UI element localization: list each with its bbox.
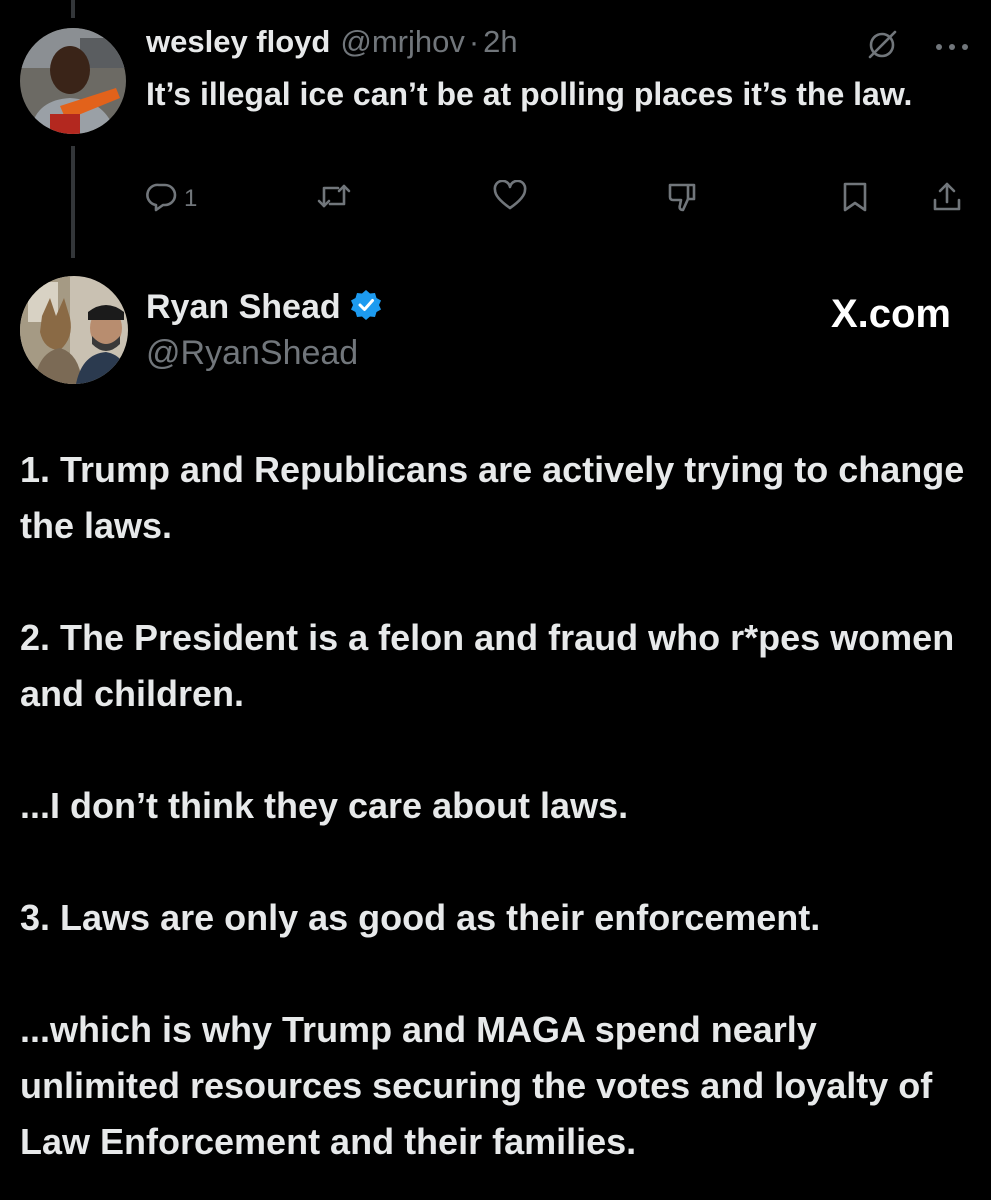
post-header: Ryan Shead (146, 288, 383, 327)
more-icon[interactable] (935, 39, 969, 57)
dislike-button[interactable] (666, 180, 702, 219)
post-avatar[interactable] (20, 276, 128, 384)
x-watermark: X.com (831, 292, 951, 337)
post-paragraph: 3. Laws are only as good as their enforc… (20, 897, 821, 938)
post-text: 1. Trump and Republicans are actively tr… (20, 442, 970, 1170)
thread-line (71, 146, 75, 258)
reply-author-handle[interactable]: @mrjhov (340, 24, 464, 60)
reply-count: 1 (184, 184, 198, 212)
post-paragraph: ...I don’t think they care about laws. (20, 785, 629, 826)
grok-slash-icon[interactable] (865, 28, 899, 67)
reply-avatar[interactable] (20, 28, 126, 134)
verified-badge-icon (349, 288, 383, 327)
bookmark-icon (840, 180, 870, 219)
share-button[interactable] (930, 180, 964, 219)
reply-text: It’s illegal ice can’t be at polling pla… (146, 76, 913, 112)
repost-icon (316, 180, 352, 217)
bookmark-button[interactable] (840, 180, 870, 219)
reply-button[interactable]: 1 (146, 180, 197, 217)
reply-action-bar: 1 (146, 179, 968, 220)
thread-line-top (71, 0, 75, 18)
thumbs-down-icon (666, 180, 702, 219)
post-paragraph: 2. The President is a felon and fraud wh… (20, 617, 955, 714)
reply-icon (146, 180, 178, 217)
post-paragraph: ...which is why Trump and MAGA spend nea… (20, 1009, 933, 1162)
reply-author-name[interactable]: wesley floyd (146, 24, 330, 60)
post-author-handle[interactable]: @RyanShead (146, 334, 358, 373)
watermark-text: X.com (830, 292, 951, 336)
post-paragraph: 1. Trump and Republicans are actively tr… (20, 449, 965, 546)
like-button[interactable] (492, 179, 528, 217)
post-author-name[interactable]: Ryan Shead (146, 288, 341, 327)
repost-button[interactable] (316, 180, 352, 217)
reply-top-icons (865, 28, 969, 67)
reply-header: wesley floyd @mrjhov · 2h (146, 24, 518, 60)
reply-timestamp[interactable]: 2h (483, 24, 517, 60)
share-icon (930, 180, 964, 219)
separator-dot: · (468, 24, 480, 59)
heart-icon (492, 179, 528, 217)
